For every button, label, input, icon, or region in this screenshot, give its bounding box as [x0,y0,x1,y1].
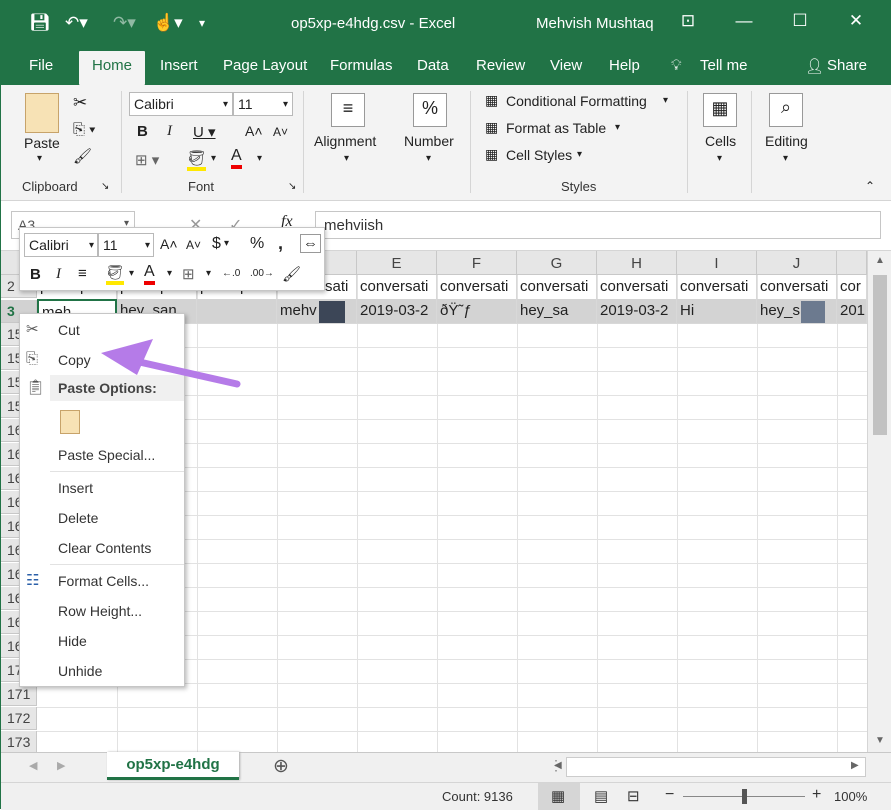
annotation-arrow-icon [101,339,241,388]
excel-window: 💾︎ ↶▾ ↷▾ ☝▾ ▾ op5xp-e4hdg.csv - Excel Me… [0,0,891,810]
